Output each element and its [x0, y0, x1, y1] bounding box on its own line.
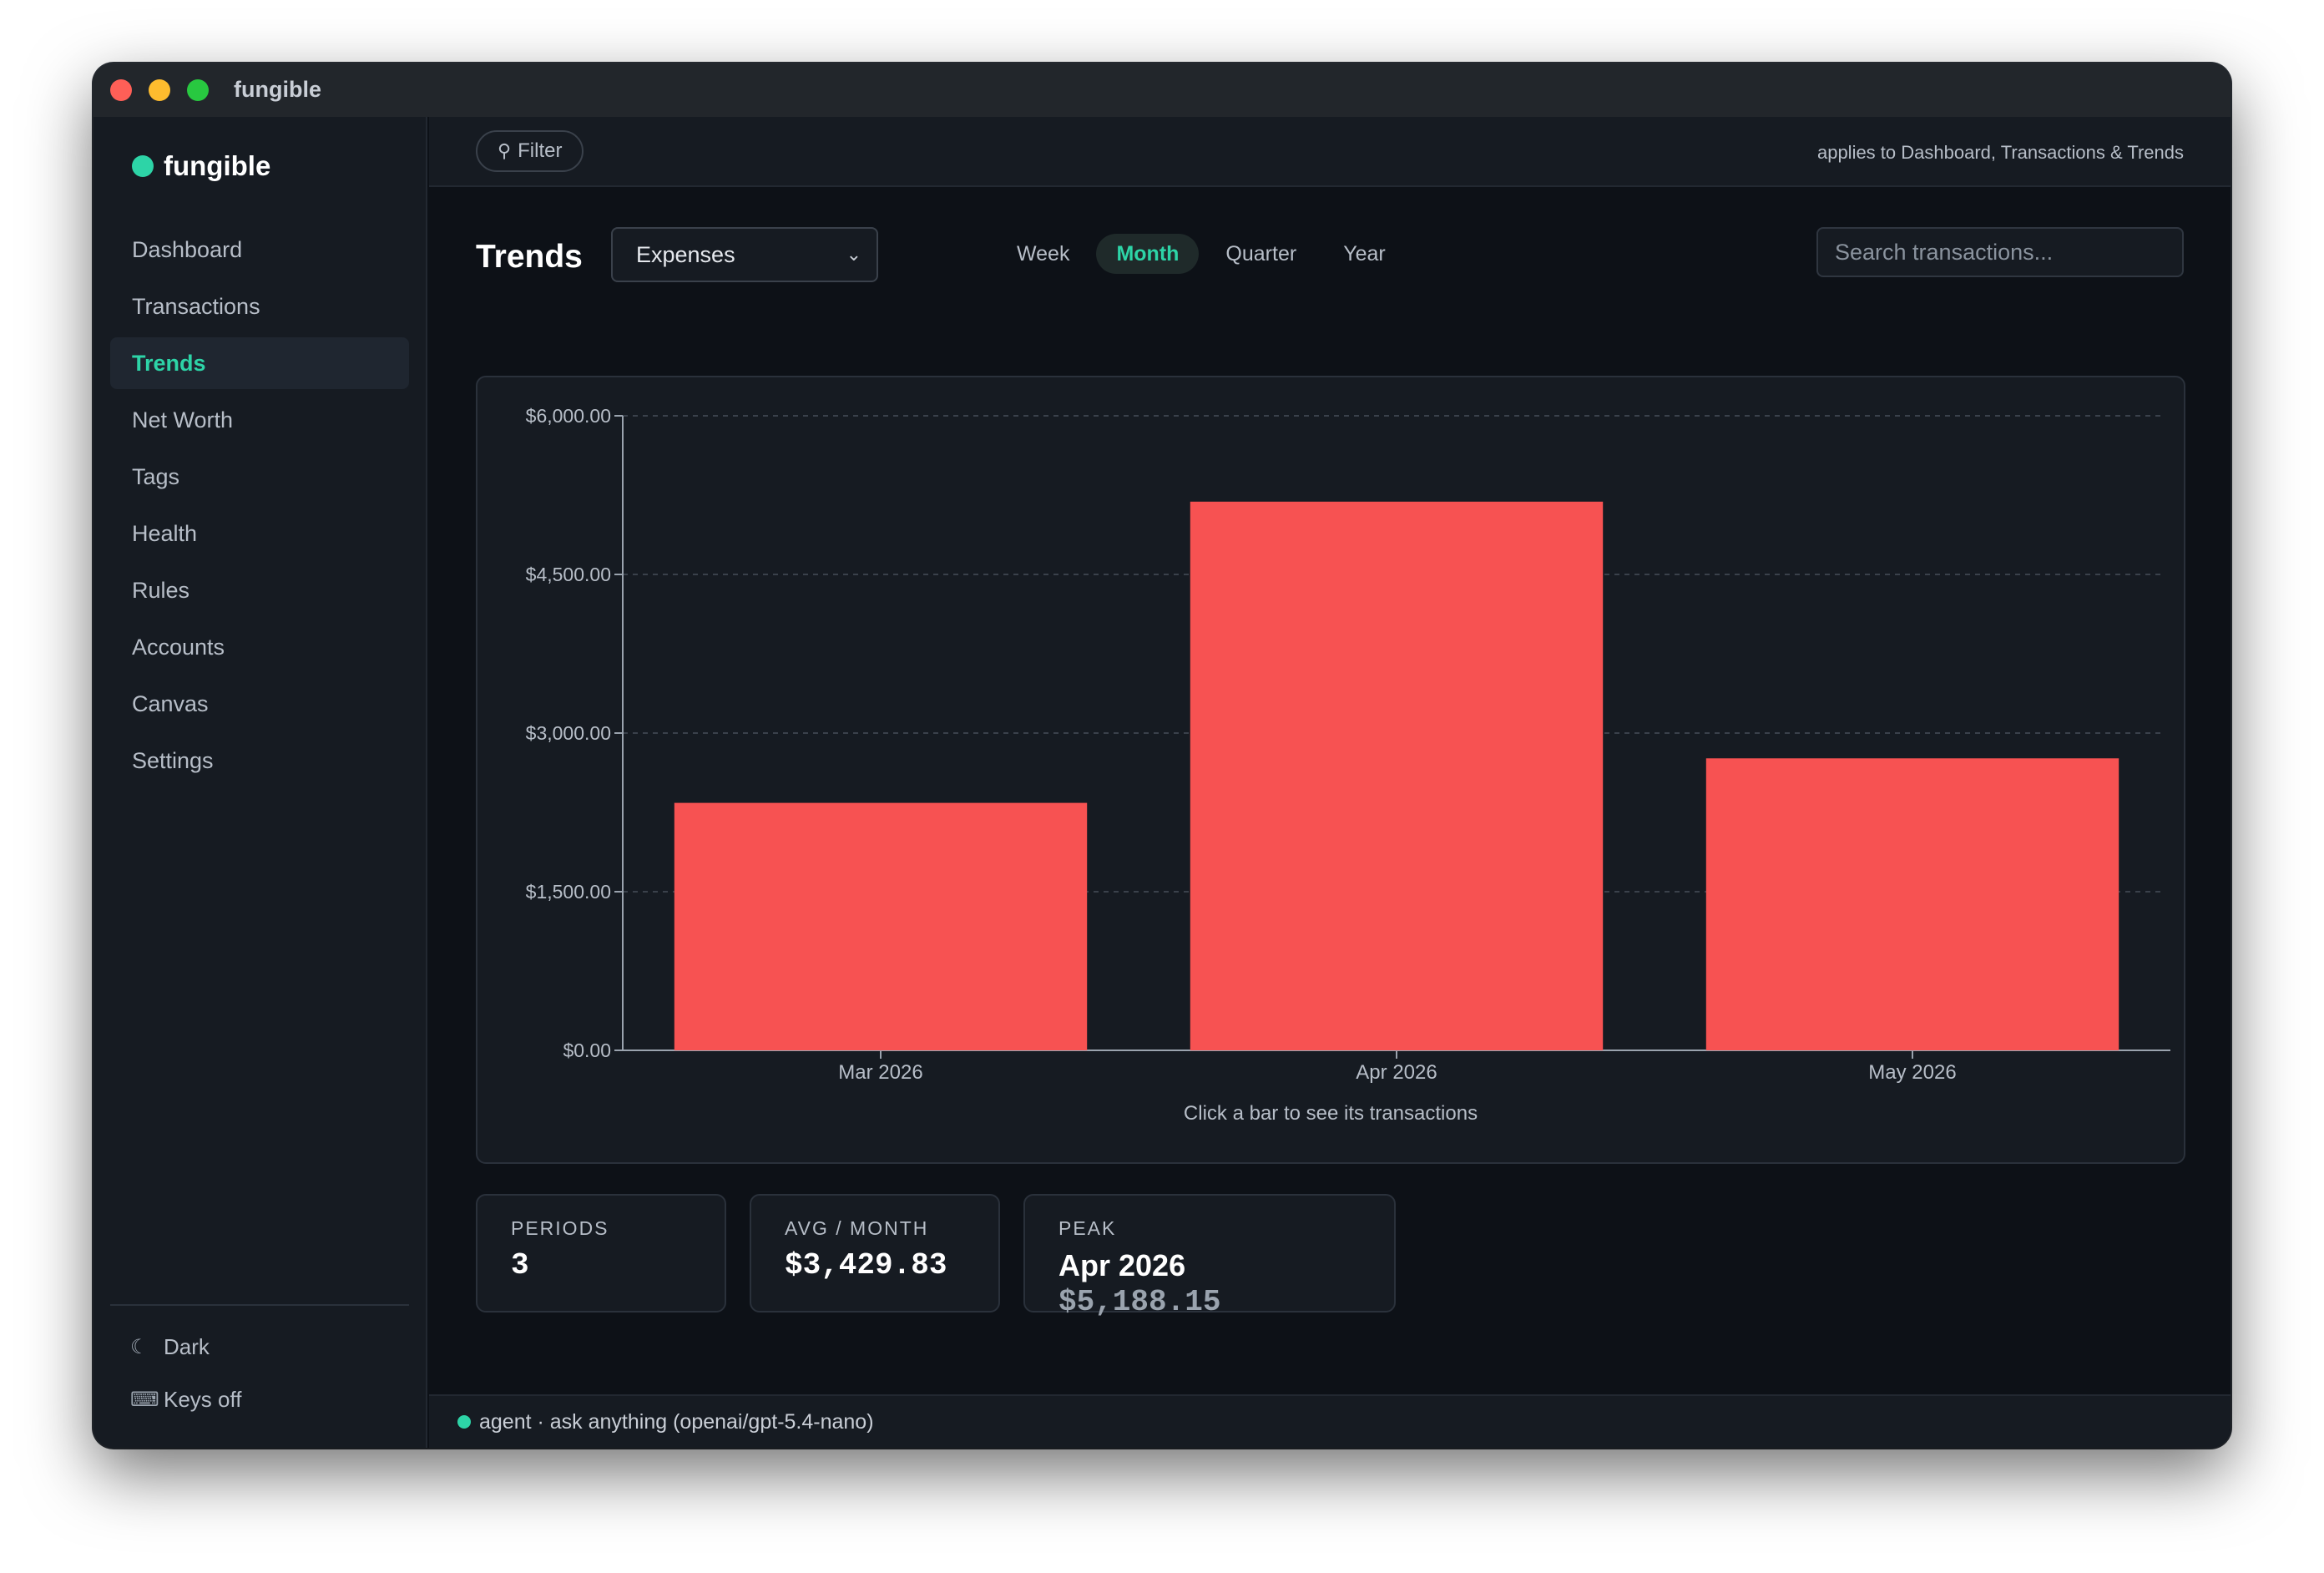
x-tick-label: Apr 2026: [1356, 1061, 1437, 1084]
y-tick-label: $0.00: [563, 1039, 611, 1061]
metric-select[interactable]: Expenses ⌄: [611, 227, 878, 282]
y-tick-label: $3,000.00: [526, 722, 611, 744]
theme-label: Dark: [164, 1334, 210, 1359]
stat-avg: AVG / MONTH $3,429.83: [750, 1194, 1000, 1313]
bar-chart: $0.00 $1,500.00 $3,000.00 $4,500.00 $6,000.0…: [526, 405, 2170, 1084]
stat-periods: PERIODS 3: [476, 1194, 726, 1313]
bar-may-2026[interactable]: [1705, 758, 2119, 1050]
filter-label: Filter: [518, 139, 563, 162]
brand-dot-icon: [132, 155, 154, 177]
sidebar-item-transactions[interactable]: Transactions: [110, 281, 409, 332]
minimize-window-button[interactable]: [149, 79, 170, 101]
moon-icon: ☾: [130, 1336, 149, 1358]
app-window: fungible fungible Dashboard Transactions…: [93, 63, 2231, 1448]
maximize-window-button[interactable]: [187, 79, 209, 101]
stats-row: PERIODS 3 AVG / MONTH $3,429.83 PEAK Apr…: [476, 1194, 1419, 1319]
keys-toggle[interactable]: ⌨ Keys off: [130, 1387, 241, 1413]
sidebar-item-trends[interactable]: Trends: [110, 337, 409, 389]
page-title: Trends: [476, 239, 583, 275]
period-selector: Week Month Quarter Year: [997, 234, 1412, 274]
stat-avg-label: AVG / MONTH: [785, 1217, 929, 1239]
bar-mar-2026[interactable]: [674, 802, 1088, 1050]
filter-bar: ⚲ Filter applies to Dashboard, Transacti…: [429, 117, 2231, 187]
stat-peak-amount: $5,188.15: [1058, 1285, 1221, 1319]
pin-icon: ⚲: [498, 140, 512, 161]
chevron-down-icon: ⌄: [846, 244, 861, 265]
theme-toggle[interactable]: ☾ Dark: [130, 1334, 210, 1360]
x-tick-label: May 2026: [1868, 1061, 1956, 1084]
sidebar-nav: Dashboard Transactions Trends Net Worth …: [110, 224, 409, 792]
metric-select-value: Expenses: [636, 241, 735, 267]
title-bar: fungible: [93, 63, 2231, 117]
period-quarter[interactable]: Quarter: [1205, 234, 1316, 274]
stat-periods-label: PERIODS: [511, 1217, 609, 1239]
sidebar-item-settings[interactable]: Settings: [110, 735, 409, 786]
keys-label: Keys off: [164, 1387, 242, 1412]
sidebar-item-dashboard[interactable]: Dashboard: [110, 224, 409, 276]
period-week[interactable]: Week: [997, 234, 1089, 274]
x-tick-label: Mar 2026: [838, 1061, 922, 1084]
stat-peak: PEAK Apr 2026 $5,188.15: [1023, 1194, 1396, 1319]
agent-prompt: agent · ask anything (openai/gpt-5.4-nan…: [479, 1409, 874, 1434]
keyboard-icon: ⌨: [130, 1388, 159, 1411]
y-tick-label: $6,000.00: [526, 405, 611, 427]
agent-bar[interactable]: agent · ask anything (openai/gpt-5.4-nan…: [429, 1394, 2231, 1448]
chart-card: $0.00 $1,500.00 $3,000.00 $4,500.00 $6,000.0…: [476, 376, 2185, 1164]
main-content: ⚲ Filter applies to Dashboard, Transacti…: [429, 117, 2231, 1448]
stat-periods-value: 3: [511, 1248, 529, 1282]
stat-peak-period: Apr 2026: [1058, 1248, 1186, 1282]
filter-scope-note: applies to Dashboard, Transactions & Tre…: [1816, 142, 2184, 163]
sidebar-item-canvas[interactable]: Canvas: [110, 678, 409, 730]
sidebar-item-health[interactable]: Health: [110, 508, 409, 559]
y-tick-label: $4,500.00: [526, 564, 611, 585]
chart-hint: Click a bar to see its transactions: [1183, 1102, 1478, 1125]
period-year[interactable]: Year: [1323, 234, 1406, 274]
sidebar-item-tags[interactable]: Tags: [110, 451, 409, 503]
window-title: fungible: [234, 77, 321, 102]
brand-name: fungible: [164, 150, 271, 181]
agent-status-dot-icon: [457, 1415, 471, 1429]
sidebar: fungible Dashboard Transactions Trends N…: [93, 117, 427, 1448]
y-tick-label: $1,500.00: [526, 881, 611, 903]
brand: fungible: [132, 150, 270, 182]
stat-peak-value: Apr 2026 $5,188.15: [1058, 1248, 1361, 1319]
sidebar-divider: [110, 1304, 409, 1306]
sidebar-item-accounts[interactable]: Accounts: [110, 621, 409, 673]
bar-apr-2026[interactable]: [1190, 501, 1604, 1050]
close-window-button[interactable]: [110, 79, 132, 101]
stat-avg-value: $3,429.83: [785, 1248, 947, 1282]
stat-peak-label: PEAK: [1058, 1217, 1117, 1239]
filter-button[interactable]: ⚲ Filter: [476, 130, 584, 172]
period-month[interactable]: Month: [1096, 234, 1200, 274]
sidebar-item-net-worth[interactable]: Net Worth: [110, 394, 409, 446]
sidebar-item-rules[interactable]: Rules: [110, 564, 409, 616]
search-input[interactable]: [1816, 227, 2184, 277]
